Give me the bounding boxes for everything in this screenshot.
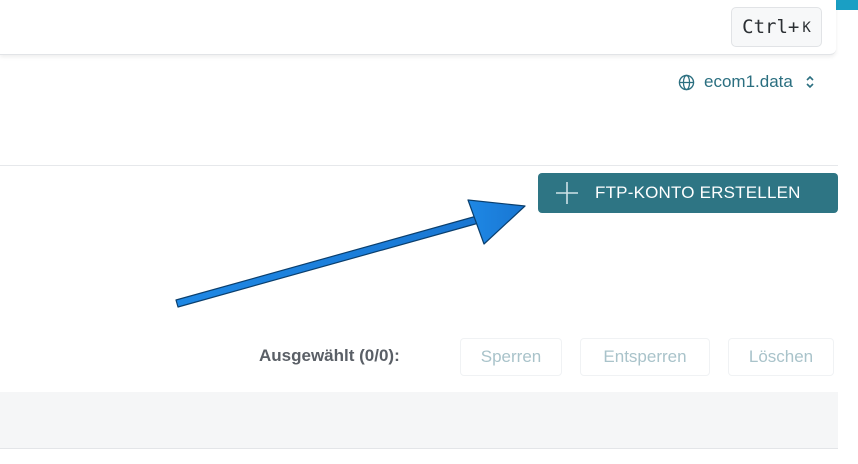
create-ftp-account-button[interactable]: FTP-KONTO ERSTELLEN — [538, 173, 838, 213]
shortcut-ctrl: Ctrl+ — [742, 16, 800, 38]
section-divider — [0, 165, 838, 166]
globe-icon — [678, 74, 695, 90]
search-bar[interactable]: Ctrl+ K — [0, 0, 836, 55]
domain-name: ecom1.data — [704, 72, 793, 91]
keyboard-shortcut-badge: Ctrl+ K — [731, 7, 822, 47]
plus-icon — [556, 182, 578, 204]
delete-button[interactable]: Löschen — [728, 338, 834, 376]
table-header — [0, 392, 838, 449]
chevron-updown-icon — [806, 75, 814, 89]
lock-button[interactable]: Sperren — [460, 338, 562, 376]
create-ftp-account-label: FTP-KONTO ERSTELLEN — [595, 183, 801, 202]
domain-selector[interactable]: ecom1.data — [678, 70, 815, 94]
selection-count-label: Ausgewählt (0/0): — [259, 346, 400, 365]
shortcut-key: K — [802, 20, 811, 36]
accent-strip — [836, 0, 858, 10]
unlock-button[interactable]: Entsperren — [580, 338, 710, 376]
